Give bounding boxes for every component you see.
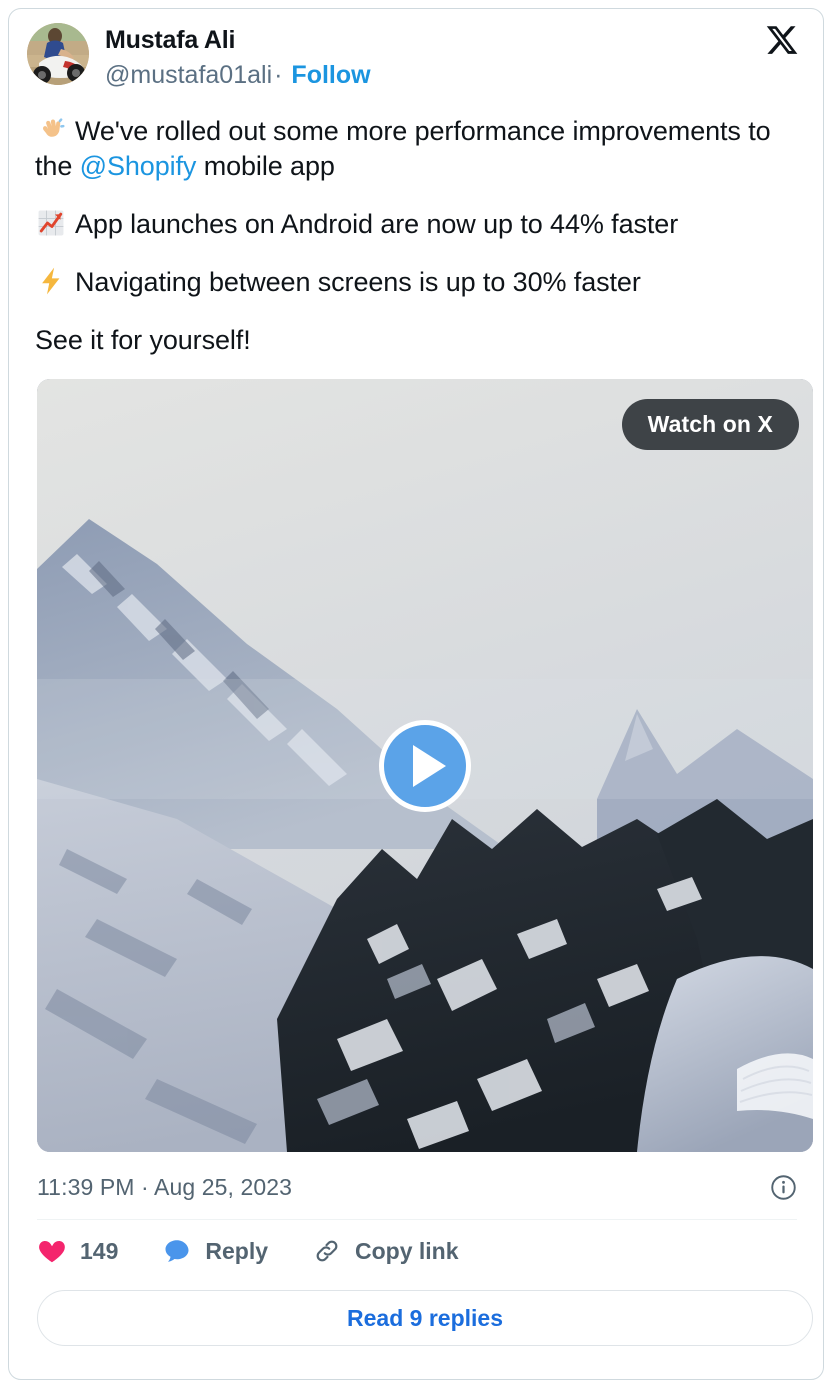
copy-link-action[interactable]: Copy link: [312, 1236, 459, 1266]
tweet-meta: 11:39 PM · Aug 25, 2023: [9, 1152, 823, 1201]
handle-line: @mustafa01ali· Follow: [105, 59, 371, 92]
tweet-text: We've rolled out some more performance i…: [9, 92, 823, 360]
link-glyph: [316, 1240, 338, 1262]
play-triangle: [412, 744, 446, 787]
tweet-line-3: Navigating between screens is up to 30% …: [35, 265, 797, 301]
tweet-line-4-text: See it for yourself!: [35, 325, 251, 356]
tweet-line-1: We've rolled out some more performance i…: [35, 114, 797, 186]
info-icon[interactable]: [770, 1174, 797, 1201]
high-voltage-glyph: [42, 267, 60, 295]
author-block: Mustafa Ali @mustafa01ali· Follow: [105, 23, 371, 92]
timestamp: 11:39 PM · Aug 25, 2023: [37, 1174, 293, 1201]
chart-increasing-emoji: [35, 207, 67, 239]
like-count: 149: [80, 1237, 119, 1264]
copy-link-label: Copy link: [355, 1237, 459, 1264]
waving-hand-emoji: [35, 114, 67, 146]
like-action[interactable]: 149: [37, 1236, 118, 1266]
handle-separator: ·: [274, 61, 283, 89]
tweet-line-2-text: App launches on Android are now up to 44…: [75, 209, 679, 240]
reply-bubble-glyph: [165, 1240, 189, 1262]
reply-label: Reply: [205, 1237, 269, 1264]
mention-shopify[interactable]: @Shopify: [80, 151, 197, 181]
x-logo-glyph: [766, 26, 798, 54]
tweet-header: Mustafa Ali @mustafa01ali· Follow: [9, 9, 823, 92]
tweet-line-3-text: Navigating between screens is up to 30% …: [75, 267, 641, 298]
tweet-line-4: See it for yourself!: [35, 323, 797, 359]
tweet-actions: 149 Reply Copy link: [9, 1220, 823, 1266]
reply-action[interactable]: Reply: [162, 1236, 268, 1266]
tweet-line-2: App launches on Android are now up to 44…: [35, 207, 797, 243]
video-player[interactable]: Watch on X: [37, 379, 813, 1153]
author-name: Mustafa Ali: [105, 26, 236, 54]
info-glyph: [771, 1175, 796, 1200]
avatar-image: [27, 23, 89, 85]
chart-increasing-glyph: [38, 210, 64, 236]
follow-link[interactable]: Follow: [291, 61, 370, 89]
tweet-card: Mustafa Ali @mustafa01ali· Follow We've …: [8, 8, 824, 1380]
high-voltage-emoji: [35, 265, 67, 297]
reply-bubble-icon: [162, 1236, 192, 1266]
heart-glyph: [39, 1241, 65, 1263]
author-handle[interactable]: @mustafa01ali: [105, 61, 272, 89]
play-icon[interactable]: [379, 719, 471, 812]
waving-hand-glyph: [43, 117, 65, 137]
read-replies-button[interactable]: Read 9 replies: [37, 1290, 813, 1347]
heart-icon: [37, 1236, 67, 1266]
x-logo-icon[interactable]: [765, 23, 799, 57]
avatar[interactable]: [27, 23, 89, 85]
link-icon: [312, 1236, 342, 1266]
tweet-line-1-text-b: mobile app: [196, 151, 335, 182]
watch-on-x-button[interactable]: Watch on X: [621, 399, 799, 451]
